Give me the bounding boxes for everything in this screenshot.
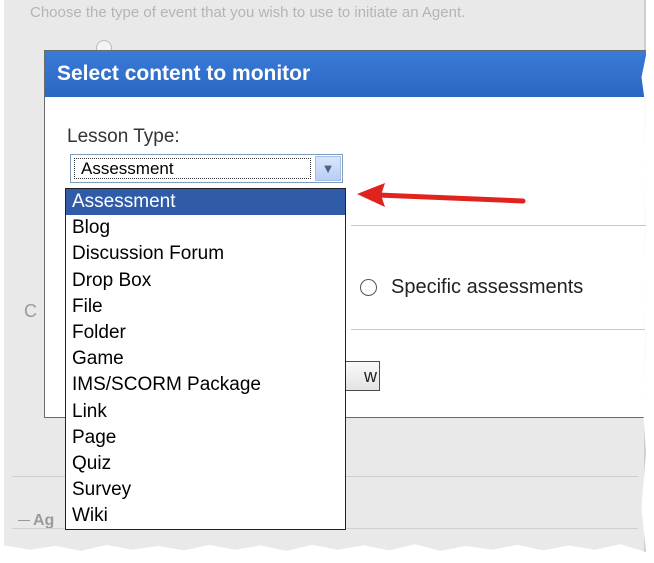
dialog-divider [351,329,646,330]
dropdown-option[interactable]: Drop Box [66,268,345,294]
lesson-type-dropdown-list[interactable]: Assessment Blog Discussion Forum Drop Bo… [65,188,346,530]
red-arrow-annotation-icon [357,183,526,207]
chevron-down-icon[interactable]: ▼ [315,156,341,181]
dropdown-option[interactable]: Blog [66,215,345,241]
dropdown-option[interactable]: IMS/SCORM Package [66,372,345,398]
specific-assessments-label: Specific assessments [391,276,584,298]
background-instruction-text: Choose the type of event that you wish t… [30,4,466,21]
dropdown-option[interactable]: Survey [66,477,345,503]
background-partial-text: C [24,301,37,321]
dropdown-option[interactable]: File [66,294,345,320]
lesson-type-selected-value: Assessment [74,158,311,179]
dialog-title: Select content to monitor [45,51,646,97]
dropdown-option[interactable]: Folder [66,320,345,346]
dialog-divider [351,225,646,226]
lesson-type-label: Lesson Type: [67,126,180,147]
dropdown-option[interactable]: Quiz [66,451,345,477]
dropdown-option[interactable]: Assessment [66,189,345,216]
lesson-type-select[interactable]: Assessment ▼ [70,154,343,183]
dropdown-option[interactable]: Wiki [66,503,345,529]
dialog-action-button[interactable]: w [345,361,380,391]
dropdown-option[interactable]: Page [66,425,345,451]
specific-assessments-radio[interactable] [360,279,377,296]
dropdown-option[interactable]: Link [66,399,345,425]
dropdown-option[interactable]: Discussion Forum [66,241,345,267]
dropdown-option[interactable]: Game [66,346,345,372]
